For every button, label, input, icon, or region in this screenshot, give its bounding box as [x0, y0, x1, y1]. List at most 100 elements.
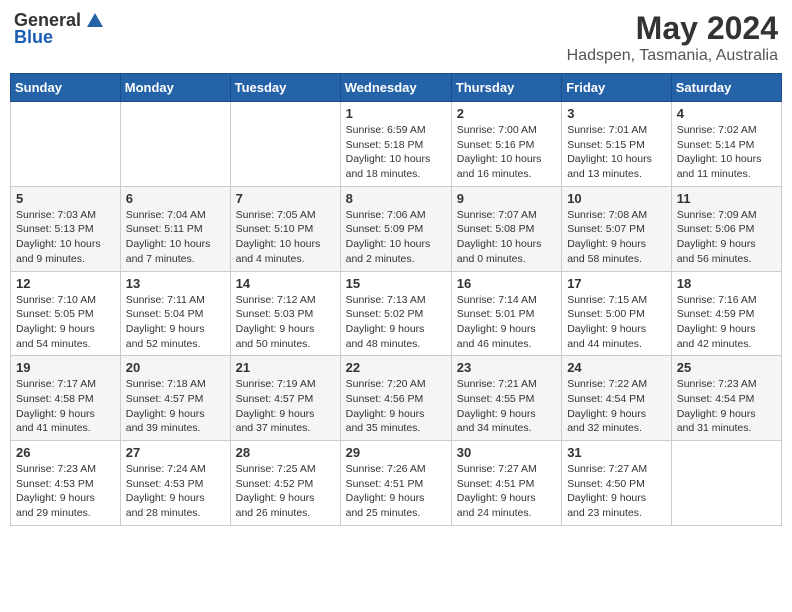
weekday-header-thursday: Thursday	[451, 74, 561, 102]
calendar-table: SundayMondayTuesdayWednesdayThursdayFrid…	[10, 73, 782, 526]
day-info: Sunrise: 7:24 AM Sunset: 4:53 PM Dayligh…	[126, 462, 225, 521]
calendar-cell	[671, 441, 781, 526]
calendar-cell: 4Sunrise: 7:02 AM Sunset: 5:14 PM Daylig…	[671, 102, 781, 187]
day-number: 16	[457, 276, 556, 291]
calendar-cell	[120, 102, 230, 187]
day-info: Sunrise: 7:01 AM Sunset: 5:15 PM Dayligh…	[567, 123, 666, 182]
day-number: 31	[567, 445, 666, 460]
day-number: 29	[346, 445, 446, 460]
day-number: 18	[677, 276, 776, 291]
day-info: Sunrise: 7:17 AM Sunset: 4:58 PM Dayligh…	[16, 377, 115, 436]
calendar-cell: 12 Sunrise: 7:10 AM Sunset: 5:05 PM Dayli…	[11, 271, 121, 356]
calendar-cell: 30Sunrise: 7:27 AM Sunset: 4:51 PM Dayli…	[451, 441, 561, 526]
weekday-header-row: SundayMondayTuesdayWednesdayThursdayFrid…	[11, 74, 782, 102]
day-number: 19	[16, 360, 115, 375]
day-number: 27	[126, 445, 225, 460]
location-subtitle: Hadspen, Tasmania, Australia	[567, 47, 778, 65]
day-info: Sunrise: 7:12 AM Sunset: 5:03 PM Dayligh…	[236, 293, 335, 352]
day-number: 8	[346, 191, 446, 206]
day-info: Sunrise: 7:19 AM Sunset: 4:57 PM Dayligh…	[236, 377, 335, 436]
logo-blue-text: Blue	[14, 27, 53, 48]
calendar-cell: 10 Sunrise: 7:08 AM Sunset: 5:07 PM Dayli…	[562, 186, 672, 271]
calendar-cell: 5 Sunrise: 7:03 AM Sunset: 5:13 PM Daylig…	[11, 186, 121, 271]
day-number: 24	[567, 360, 666, 375]
calendar-cell: 22 Sunrise: 7:20 AM Sunset: 4:56 PM Dayli…	[340, 356, 451, 441]
day-info: Sunrise: 7:26 AM Sunset: 4:51 PM Dayligh…	[346, 462, 446, 521]
calendar-cell: 26Sunrise: 7:23 AM Sunset: 4:53 PM Dayli…	[11, 441, 121, 526]
calendar-cell: 18 Sunrise: 7:16 AM Sunset: 4:59 PM Dayli…	[671, 271, 781, 356]
calendar-cell: 23Sunrise: 7:21 AM Sunset: 4:55 PM Dayli…	[451, 356, 561, 441]
day-number: 6	[126, 191, 225, 206]
month-year-title: May 2024	[567, 10, 778, 47]
calendar-cell: 31Sunrise: 7:27 AM Sunset: 4:50 PM Dayli…	[562, 441, 672, 526]
day-number: 30	[457, 445, 556, 460]
calendar-cell: 28 Sunrise: 7:25 AM Sunset: 4:52 PM Dayli…	[230, 441, 340, 526]
day-number: 2	[457, 106, 556, 121]
day-info: Sunrise: 7:22 AM Sunset: 4:54 PM Dayligh…	[567, 377, 666, 436]
calendar-cell: 17Sunrise: 7:15 AM Sunset: 5:00 PM Dayli…	[562, 271, 672, 356]
weekday-header-tuesday: Tuesday	[230, 74, 340, 102]
weekday-header-wednesday: Wednesday	[340, 74, 451, 102]
calendar-cell: 24 Sunrise: 7:22 AM Sunset: 4:54 PM Dayli…	[562, 356, 672, 441]
day-info: Sunrise: 7:08 AM Sunset: 5:07 PM Dayligh…	[567, 208, 666, 267]
day-number: 3	[567, 106, 666, 121]
day-info: Sunrise: 7:00 AM Sunset: 5:16 PM Dayligh…	[457, 123, 556, 182]
weekday-header-monday: Monday	[120, 74, 230, 102]
day-number: 28	[236, 445, 335, 460]
calendar-cell	[11, 102, 121, 187]
day-number: 10	[567, 191, 666, 206]
day-number: 17	[567, 276, 666, 291]
calendar-cell: 3 Sunrise: 7:01 AM Sunset: 5:15 PM Daylig…	[562, 102, 672, 187]
calendar-cell	[230, 102, 340, 187]
day-number: 15	[346, 276, 446, 291]
calendar-cell: 29 Sunrise: 7:26 AM Sunset: 4:51 PM Dayli…	[340, 441, 451, 526]
calendar-cell: 15 Sunrise: 7:13 AM Sunset: 5:02 PM Dayli…	[340, 271, 451, 356]
calendar-week-row: 26Sunrise: 7:23 AM Sunset: 4:53 PM Dayli…	[11, 441, 782, 526]
calendar-cell: 16 Sunrise: 7:14 AM Sunset: 5:01 PM Dayli…	[451, 271, 561, 356]
calendar-cell: 11Sunrise: 7:09 AM Sunset: 5:06 PM Dayli…	[671, 186, 781, 271]
page-header: General Blue May 2024 Hadspen, Tasmania,…	[10, 10, 782, 65]
calendar-week-row: 19 Sunrise: 7:17 AM Sunset: 4:58 PM Dayli…	[11, 356, 782, 441]
day-info: Sunrise: 7:07 AM Sunset: 5:08 PM Dayligh…	[457, 208, 556, 267]
day-info: Sunrise: 7:03 AM Sunset: 5:13 PM Dayligh…	[16, 208, 115, 267]
day-info: Sunrise: 7:21 AM Sunset: 4:55 PM Dayligh…	[457, 377, 556, 436]
calendar-week-row: 1 Sunrise: 6:59 AM Sunset: 5:18 PM Daylig…	[11, 102, 782, 187]
calendar-cell: 1 Sunrise: 6:59 AM Sunset: 5:18 PM Daylig…	[340, 102, 451, 187]
day-number: 1	[346, 106, 446, 121]
day-number: 9	[457, 191, 556, 206]
day-number: 12	[16, 276, 115, 291]
day-number: 5	[16, 191, 115, 206]
calendar-cell: 25Sunrise: 7:23 AM Sunset: 4:54 PM Dayli…	[671, 356, 781, 441]
calendar-week-row: 5 Sunrise: 7:03 AM Sunset: 5:13 PM Daylig…	[11, 186, 782, 271]
day-number: 14	[236, 276, 335, 291]
day-info: Sunrise: 7:20 AM Sunset: 4:56 PM Dayligh…	[346, 377, 446, 436]
calendar-cell: 13 Sunrise: 7:11 AM Sunset: 5:04 PM Dayli…	[120, 271, 230, 356]
calendar-cell: 14 Sunrise: 7:12 AM Sunset: 5:03 PM Dayli…	[230, 271, 340, 356]
calendar-cell: 27 Sunrise: 7:24 AM Sunset: 4:53 PM Dayli…	[120, 441, 230, 526]
day-number: 13	[126, 276, 225, 291]
day-number: 22	[346, 360, 446, 375]
calendar-cell: 2 Sunrise: 7:00 AM Sunset: 5:16 PM Daylig…	[451, 102, 561, 187]
day-number: 4	[677, 106, 776, 121]
day-info: Sunrise: 7:11 AM Sunset: 5:04 PM Dayligh…	[126, 293, 225, 352]
day-info: Sunrise: 7:10 AM Sunset: 5:05 PM Dayligh…	[16, 293, 115, 352]
day-number: 11	[677, 191, 776, 206]
day-info: Sunrise: 7:13 AM Sunset: 5:02 PM Dayligh…	[346, 293, 446, 352]
day-info: Sunrise: 7:14 AM Sunset: 5:01 PM Dayligh…	[457, 293, 556, 352]
day-number: 25	[677, 360, 776, 375]
day-number: 7	[236, 191, 335, 206]
weekday-header-friday: Friday	[562, 74, 672, 102]
day-info: Sunrise: 7:18 AM Sunset: 4:57 PM Dayligh…	[126, 377, 225, 436]
calendar-cell: 21Sunrise: 7:19 AM Sunset: 4:57 PM Dayli…	[230, 356, 340, 441]
day-number: 20	[126, 360, 225, 375]
day-info: Sunrise: 6:59 AM Sunset: 5:18 PM Dayligh…	[346, 123, 446, 182]
logo: General Blue	[14, 10, 105, 48]
day-info: Sunrise: 7:16 AM Sunset: 4:59 PM Dayligh…	[677, 293, 776, 352]
title-block: May 2024 Hadspen, Tasmania, Australia	[567, 10, 778, 65]
day-info: Sunrise: 7:04 AM Sunset: 5:11 PM Dayligh…	[126, 208, 225, 267]
day-info: Sunrise: 7:23 AM Sunset: 4:53 PM Dayligh…	[16, 462, 115, 521]
calendar-cell: 8Sunrise: 7:06 AM Sunset: 5:09 PM Daylig…	[340, 186, 451, 271]
day-info: Sunrise: 7:25 AM Sunset: 4:52 PM Dayligh…	[236, 462, 335, 521]
calendar-cell: 9 Sunrise: 7:07 AM Sunset: 5:08 PM Daylig…	[451, 186, 561, 271]
logo-triangle-icon	[85, 11, 105, 31]
